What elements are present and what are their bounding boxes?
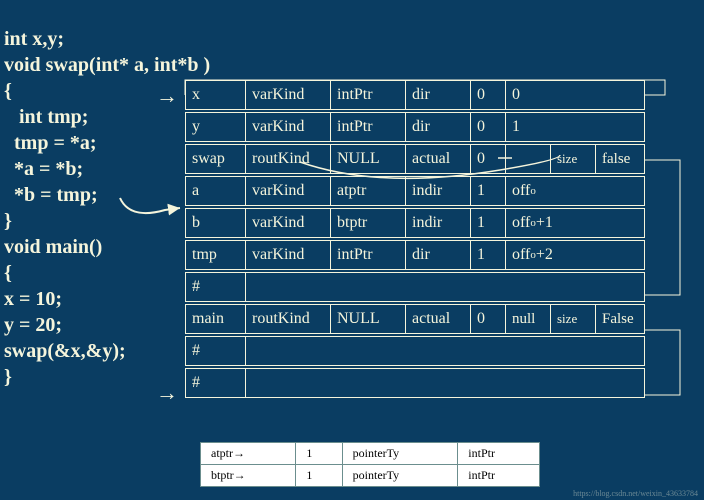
arrow-icon: →: [156, 83, 178, 109]
code-block: int x,y; void swap(int* a, int*b ) { int…: [4, 0, 210, 390]
cell: 0: [471, 113, 506, 141]
cell: 1: [471, 209, 506, 237]
code-line: int tmp;: [4, 106, 88, 128]
cell: intPtr: [458, 465, 540, 487]
table-row: btptr→ 1 pointerTy intPtr: [201, 465, 540, 487]
cell: 1: [471, 177, 506, 205]
cell: offo+1: [506, 209, 644, 237]
cell: 1: [506, 113, 644, 141]
cell: intPtr: [331, 113, 406, 141]
cell: pointerTy: [342, 443, 458, 465]
cell: y: [186, 113, 246, 141]
cell: intPtr: [331, 81, 406, 109]
cell: 1: [471, 241, 506, 269]
cell: #: [186, 369, 246, 397]
code-line: {: [4, 80, 12, 102]
cell: indir: [406, 177, 471, 205]
cell: a: [186, 177, 246, 205]
cell: btptr: [331, 209, 406, 237]
cell: null: [506, 305, 551, 333]
cell: #: [186, 273, 246, 301]
cell: b: [186, 209, 246, 237]
code-line: {: [4, 262, 12, 284]
cell: indir: [406, 209, 471, 237]
code-line: *b = tmp;: [4, 184, 98, 206]
code-line: int x,y;: [4, 28, 64, 50]
table-row: xvarKindintPtrdir00: [185, 80, 645, 110]
table-row: yvarKindintPtrdir01: [185, 112, 645, 142]
cell: False: [596, 305, 644, 333]
cell: dir: [406, 241, 471, 269]
cell: pointerTy: [342, 465, 458, 487]
cell: [506, 145, 551, 173]
cell: swap: [186, 145, 246, 173]
cell: 0: [471, 305, 506, 333]
cell: 0: [471, 145, 506, 173]
cell: dir: [406, 81, 471, 109]
cell: intPtr: [331, 241, 406, 269]
cell: varKind: [246, 241, 331, 269]
code-line: swap(&x,&y);: [4, 340, 126, 362]
code-line: void main(): [4, 236, 102, 258]
cell: atptr→: [201, 443, 296, 465]
table-row: #: [185, 368, 645, 398]
table-row: avarKindatptrindir1offo: [185, 176, 645, 206]
pointer-type-table: atptr→ 1 pointerTy intPtr btptr→ 1 point…: [200, 442, 540, 487]
table-row: tmpvarKindintPtrdir1offo+2: [185, 240, 645, 270]
cell: 1: [296, 443, 342, 465]
table-row: mainroutKindNULLactual0nullsizeFalse: [185, 304, 645, 334]
code-line: x = 10;: [4, 288, 62, 310]
code-line: tmp = *a;: [4, 132, 97, 154]
cell: routKind: [246, 145, 331, 173]
cell: atptr: [331, 177, 406, 205]
cell: [246, 337, 644, 365]
code-line: }: [4, 366, 12, 388]
table-row: atptr→ 1 pointerTy intPtr: [201, 443, 540, 465]
cell: varKind: [246, 113, 331, 141]
cell: size: [551, 145, 596, 173]
symbol-table: xvarKindintPtrdir00yvarKindintPtrdir01sw…: [185, 80, 645, 398]
cell: varKind: [246, 177, 331, 205]
cell: [246, 369, 644, 397]
code-line: }: [4, 210, 12, 232]
cell: actual: [406, 305, 471, 333]
cell: intPtr: [458, 443, 540, 465]
cell: x: [186, 81, 246, 109]
cell: dir: [406, 113, 471, 141]
cell: 0: [506, 81, 644, 109]
cell: main: [186, 305, 246, 333]
cell: #: [186, 337, 246, 365]
cell: btptr→: [201, 465, 296, 487]
watermark: https://blog.csdn.net/weixin_43633784: [573, 489, 698, 498]
table-row: #: [185, 272, 645, 302]
arrow-icon: →: [156, 380, 178, 406]
cell: [246, 273, 644, 301]
code-line: *a = *b;: [4, 158, 83, 180]
cell: tmp: [186, 241, 246, 269]
cell: varKind: [246, 209, 331, 237]
cell: varKind: [246, 81, 331, 109]
table-row: #: [185, 336, 645, 366]
code-line: y = 20;: [4, 314, 62, 336]
cell: NULL: [331, 305, 406, 333]
code-line: void swap(int* a, int*b ): [4, 54, 210, 76]
table-row: swaproutKindNULLactual0 sizefalse: [185, 144, 645, 174]
cell: offo+2: [506, 241, 644, 269]
cell: 0: [471, 81, 506, 109]
cell: false: [596, 145, 644, 173]
cell: NULL: [331, 145, 406, 173]
table-row: bvarKindbtptrindir1offo+1: [185, 208, 645, 238]
cell: 1: [296, 465, 342, 487]
cell: routKind: [246, 305, 331, 333]
cell: actual: [406, 145, 471, 173]
cell: offo: [506, 177, 644, 205]
cell: size: [551, 305, 596, 333]
